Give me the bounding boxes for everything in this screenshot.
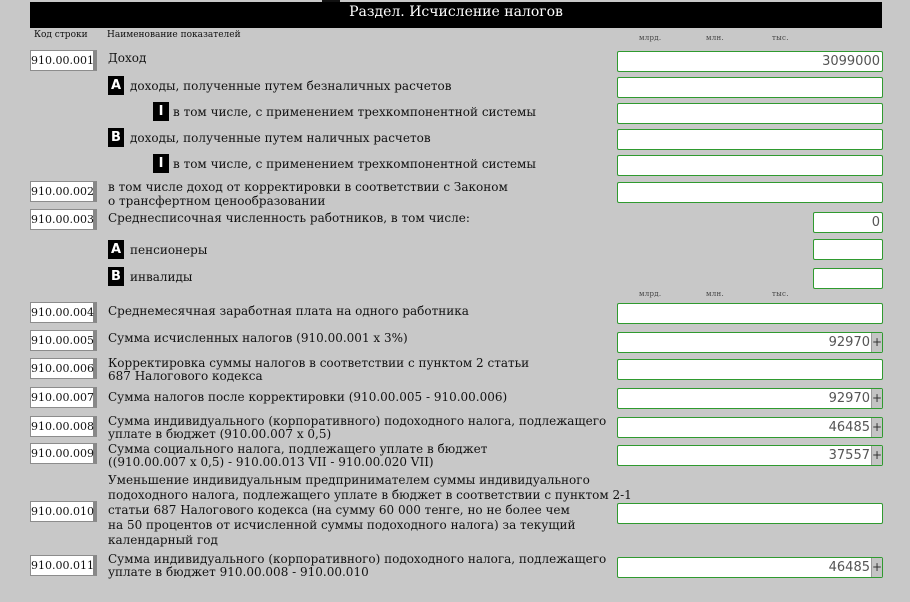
- field-income-tax-payable[interactable]: 46485 +: [617, 557, 883, 578]
- row-code-910-00-005: 910.00.005: [30, 330, 97, 351]
- row-label-reduction-line4: на 50 процентов от исчисленной суммы под…: [108, 518, 576, 532]
- row-code-910-00-010: 910.00.010: [30, 501, 97, 522]
- unit-label-bln: млрд.: [639, 290, 662, 298]
- field-tax-adjustment[interactable]: [617, 359, 883, 380]
- badge-b: B: [108, 267, 124, 286]
- column-header-name: Наименование показателей: [107, 30, 241, 40]
- row-label-income-tax-payable-line2: уплате в бюджет 910.00.008 - 910.00.010: [108, 565, 369, 579]
- row-label-average-salary: Среднемесячная заработная плата на одног…: [108, 304, 469, 318]
- row-label-taxes-after-adjustment: Сумма налогов после корректировки (910.0…: [108, 390, 508, 404]
- unit-label-bln: млрд.: [639, 34, 662, 42]
- unit-label-ths: тыс.: [772, 34, 789, 42]
- field-pensioners[interactable]: [813, 239, 883, 260]
- expand-plus-button[interactable]: +: [871, 333, 882, 352]
- row-label-disabled: инвалиды: [130, 270, 193, 284]
- expand-plus-button[interactable]: +: [871, 389, 882, 408]
- row-label-reduction-line1: Уменьшение индивидуальным предпринимател…: [108, 473, 590, 487]
- row-label-noncash-income: доходы, полученные путем безналичных рас…: [130, 79, 452, 93]
- field-noncash-three-component[interactable]: [617, 103, 883, 124]
- row-code-910-00-001: 910.00.001: [30, 50, 97, 71]
- field-value: 37557: [828, 448, 870, 463]
- column-header-code: Код строки: [34, 30, 88, 40]
- row-code-910-00-006: 910.00.006: [30, 358, 97, 379]
- field-income-tax-reduction[interactable]: [617, 503, 883, 524]
- field-value: 92970: [828, 335, 870, 350]
- row-label-tax-adjustment-line2: 687 Налогового кодекса: [108, 369, 263, 383]
- row-label-reduction-line2: подоходного налога, подлежащего уплате в…: [108, 488, 632, 502]
- field-value: 46485: [828, 560, 870, 575]
- expand-plus-button[interactable]: +: [871, 446, 882, 465]
- field-cash-three-component[interactable]: [617, 155, 883, 176]
- row-label-pensioners: пенсионеры: [130, 243, 208, 257]
- field-income-tax[interactable]: 46485 +: [617, 417, 883, 438]
- row-code-910-00-011: 910.00.011: [30, 555, 97, 576]
- field-value: 92970: [828, 391, 870, 406]
- field-calculated-taxes[interactable]: 92970 +: [617, 332, 883, 353]
- row-code-910-00-002: 910.00.002: [30, 181, 97, 202]
- field-income[interactable]: 3099000: [617, 51, 883, 72]
- row-code-910-00-009: 910.00.009: [30, 443, 97, 464]
- row-label-income-tax-line2: уплате в бюджет (910.00.007 x 0,5): [108, 427, 332, 441]
- row-label-cash-income: доходы, полученные путем наличных расчет…: [130, 131, 431, 145]
- expand-plus-button[interactable]: +: [871, 418, 882, 437]
- field-noncash-income[interactable]: [617, 77, 883, 98]
- row-code-910-00-008: 910.00.008: [30, 416, 97, 437]
- badge-b: B: [108, 128, 124, 147]
- field-transfer-pricing-income[interactable]: [617, 182, 883, 203]
- badge-i: I: [153, 154, 169, 173]
- row-label-reduction-line5: календарный год: [108, 533, 218, 547]
- row-code-910-00-007: 910.00.007: [30, 387, 97, 408]
- badge-a: A: [108, 76, 124, 95]
- row-label-social-tax-line2: ((910.00.007 x 0,5) - 910.00.013 VII - 9…: [108, 455, 434, 469]
- field-disabled[interactable]: [813, 268, 883, 289]
- badge-a: A: [108, 240, 124, 259]
- section-title: Раздел. Исчисление налогов: [30, 2, 882, 28]
- row-label-cash-three-component: в том числе, с применением трехкомпонент…: [173, 157, 536, 171]
- badge-i: I: [153, 102, 169, 121]
- expand-plus-button[interactable]: +: [871, 558, 882, 577]
- unit-label-mln: млн.: [706, 290, 724, 298]
- field-average-salary[interactable]: [617, 303, 883, 324]
- unit-label-mln: млн.: [706, 34, 724, 42]
- field-taxes-after-adjustment[interactable]: 92970 +: [617, 388, 883, 409]
- row-label-calculated-taxes: Сумма исчисленных налогов (910.00.001 x …: [108, 331, 408, 345]
- row-label-headcount: Среднесписочная численность работников, …: [108, 211, 470, 225]
- unit-label-ths: тыс.: [772, 290, 789, 298]
- field-headcount[interactable]: 0: [813, 212, 883, 233]
- field-value: 46485: [828, 420, 870, 435]
- row-code-910-00-004: 910.00.004: [30, 302, 97, 323]
- field-cash-income[interactable]: [617, 129, 883, 150]
- row-label-transfer-pricing-line2: о трансфертном ценообразовании: [108, 194, 326, 208]
- row-label-transfer-pricing-line1: в том числе доход от корректировки в соо…: [108, 180, 508, 194]
- row-label-income: Доход: [108, 51, 147, 65]
- field-social-tax[interactable]: 37557 +: [617, 445, 883, 466]
- row-label-noncash-three-component: в том числе, с применением трехкомпонент…: [173, 105, 536, 119]
- row-label-reduction-line3: статьи 687 Налогового кодекса (на сумму …: [108, 503, 570, 517]
- row-code-910-00-003: 910.00.003: [30, 209, 97, 230]
